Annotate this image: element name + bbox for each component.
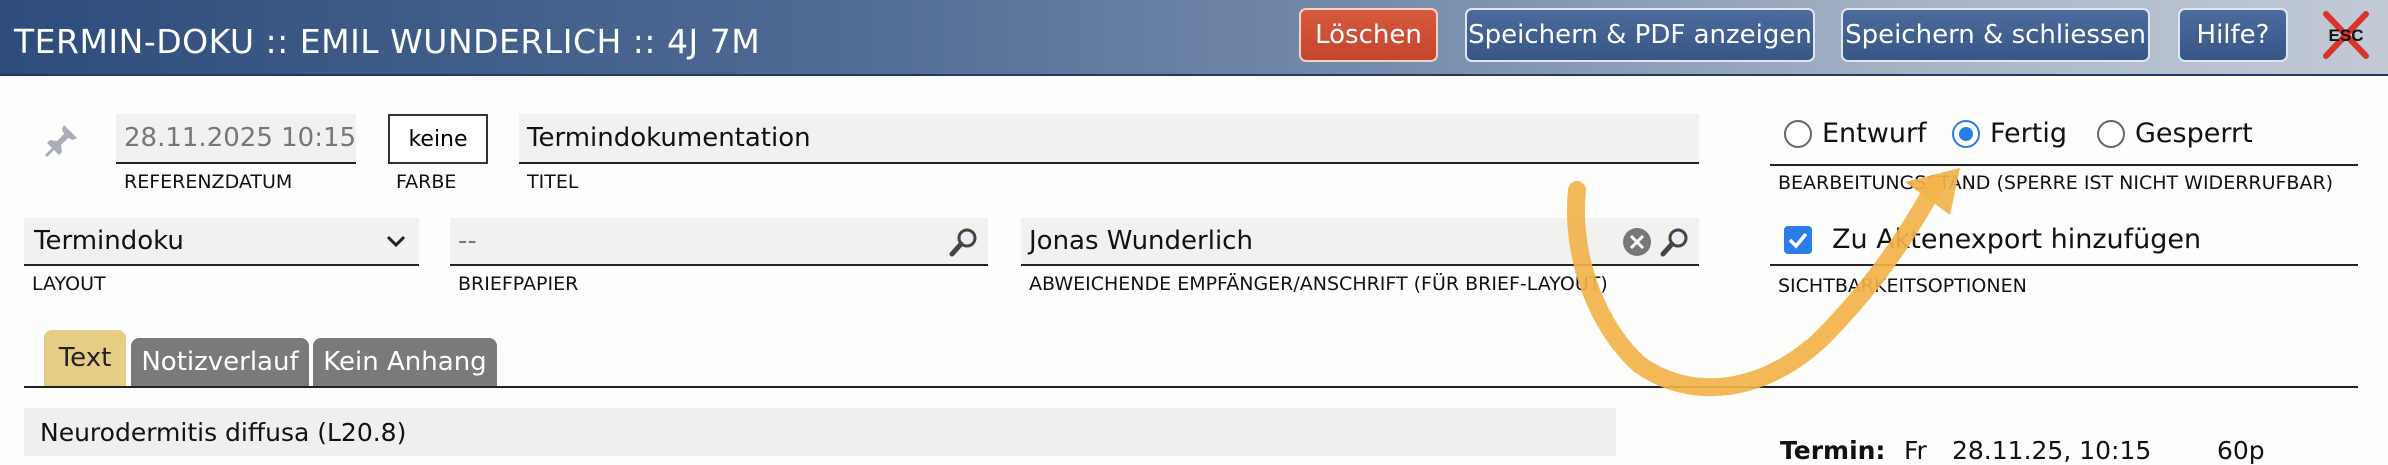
letterhead-value: -- xyxy=(458,226,477,256)
save-close-button[interactable]: Speichern & schliessen xyxy=(1841,8,2150,62)
magnifier-icon[interactable] xyxy=(1659,226,1691,258)
reference-date-input[interactable]: 28.11.2025 10:15 xyxy=(116,114,356,164)
letterhead-input[interactable]: -- xyxy=(450,218,988,266)
recipient-input[interactable]: Jonas Wunderlich xyxy=(1021,218,1699,266)
save-pdf-button[interactable]: Speichern & PDF anzeigen xyxy=(1465,8,1815,62)
appointment-day: Fr xyxy=(1904,436,1927,465)
chevron-down-icon[interactable] xyxy=(385,230,407,252)
export-checkbox-label: Zu Aktenexport hinzufügen xyxy=(1832,224,2202,255)
color-label: FARBE xyxy=(396,171,457,193)
radio-entwurf[interactable] xyxy=(1784,119,1812,148)
visibility-label: SICHTBARKEITSOPTIONEN xyxy=(1778,275,2027,297)
appointment-label: Termin: xyxy=(1780,436,1886,465)
recipient-value: Jonas Wunderlich xyxy=(1029,226,1253,256)
layout-select-value: Termindoku xyxy=(34,226,184,256)
reference-date-label: REFERENZDATUM xyxy=(124,171,293,193)
pin-icon[interactable] xyxy=(44,122,80,158)
letterhead-label: BRIEFPAPIER xyxy=(458,273,579,295)
status-option-locked-label: Gesperrt xyxy=(2135,118,2253,149)
layout-select[interactable]: Termindoku xyxy=(24,218,419,266)
status-label: BEARBEITUNGSSTAND (SPERRE IST NICHT WIDE… xyxy=(1778,172,2334,194)
appointment-duration: 60p xyxy=(2217,436,2265,465)
tabs-divider xyxy=(24,386,2358,388)
status-option-draft[interactable]: Entwurf xyxy=(1784,118,1927,149)
delete-button[interactable]: Löschen xyxy=(1299,8,1438,62)
window-title: TERMIN-DOKU :: EMIL WUNDERLICH :: 4J 7M xyxy=(14,22,761,61)
diagnosis-box[interactable]: Neurodermitis diffusa (L20.8) xyxy=(24,408,1616,456)
status-radio-group: Entwurf Fertig Gesperrt xyxy=(1770,118,2358,166)
checkmark-icon xyxy=(1788,232,1808,249)
status-option-done-label: Fertig xyxy=(1990,118,2067,149)
color-picker[interactable]: keine xyxy=(388,114,488,164)
visibility-option[interactable]: Zu Aktenexport hinzufügen xyxy=(1770,222,2358,266)
help-button[interactable]: Hilfe? xyxy=(2178,8,2288,62)
recipient-label: ABWEICHENDE EMPFÄNGER/ANSCHRIFT (FÜR BRI… xyxy=(1029,273,1608,295)
diagnosis-text: Neurodermitis diffusa (L20.8) xyxy=(40,418,407,447)
status-option-draft-label: Entwurf xyxy=(1822,118,1927,149)
esc-close-icon[interactable]: ESC xyxy=(2322,10,2370,60)
clear-icon[interactable] xyxy=(1621,226,1653,258)
title-label: TITEL xyxy=(527,171,579,193)
status-option-done[interactable]: Fertig xyxy=(1952,118,2067,149)
export-checkbox[interactable] xyxy=(1784,226,1812,254)
esc-label: ESC xyxy=(2329,26,2364,45)
title-input[interactable]: Termindokumentation xyxy=(519,114,1699,164)
status-option-locked[interactable]: Gesperrt xyxy=(2097,118,2253,149)
radio-fertig[interactable] xyxy=(1952,119,1980,148)
tab-kein-anhang[interactable]: Kein Anhang xyxy=(313,338,497,386)
tab-notizverlauf[interactable]: Notizverlauf xyxy=(131,338,309,386)
header-bar: TERMIN-DOKU :: EMIL WUNDERLICH :: 4J 7M … xyxy=(0,0,2388,76)
magnifier-icon[interactable] xyxy=(948,226,980,258)
layout-label: LAYOUT xyxy=(32,273,106,295)
tab-text[interactable]: Text xyxy=(44,330,126,386)
radio-gesperrt[interactable] xyxy=(2097,119,2125,148)
appointment-datetime: 28.11.25, 10:15 xyxy=(1952,436,2152,465)
